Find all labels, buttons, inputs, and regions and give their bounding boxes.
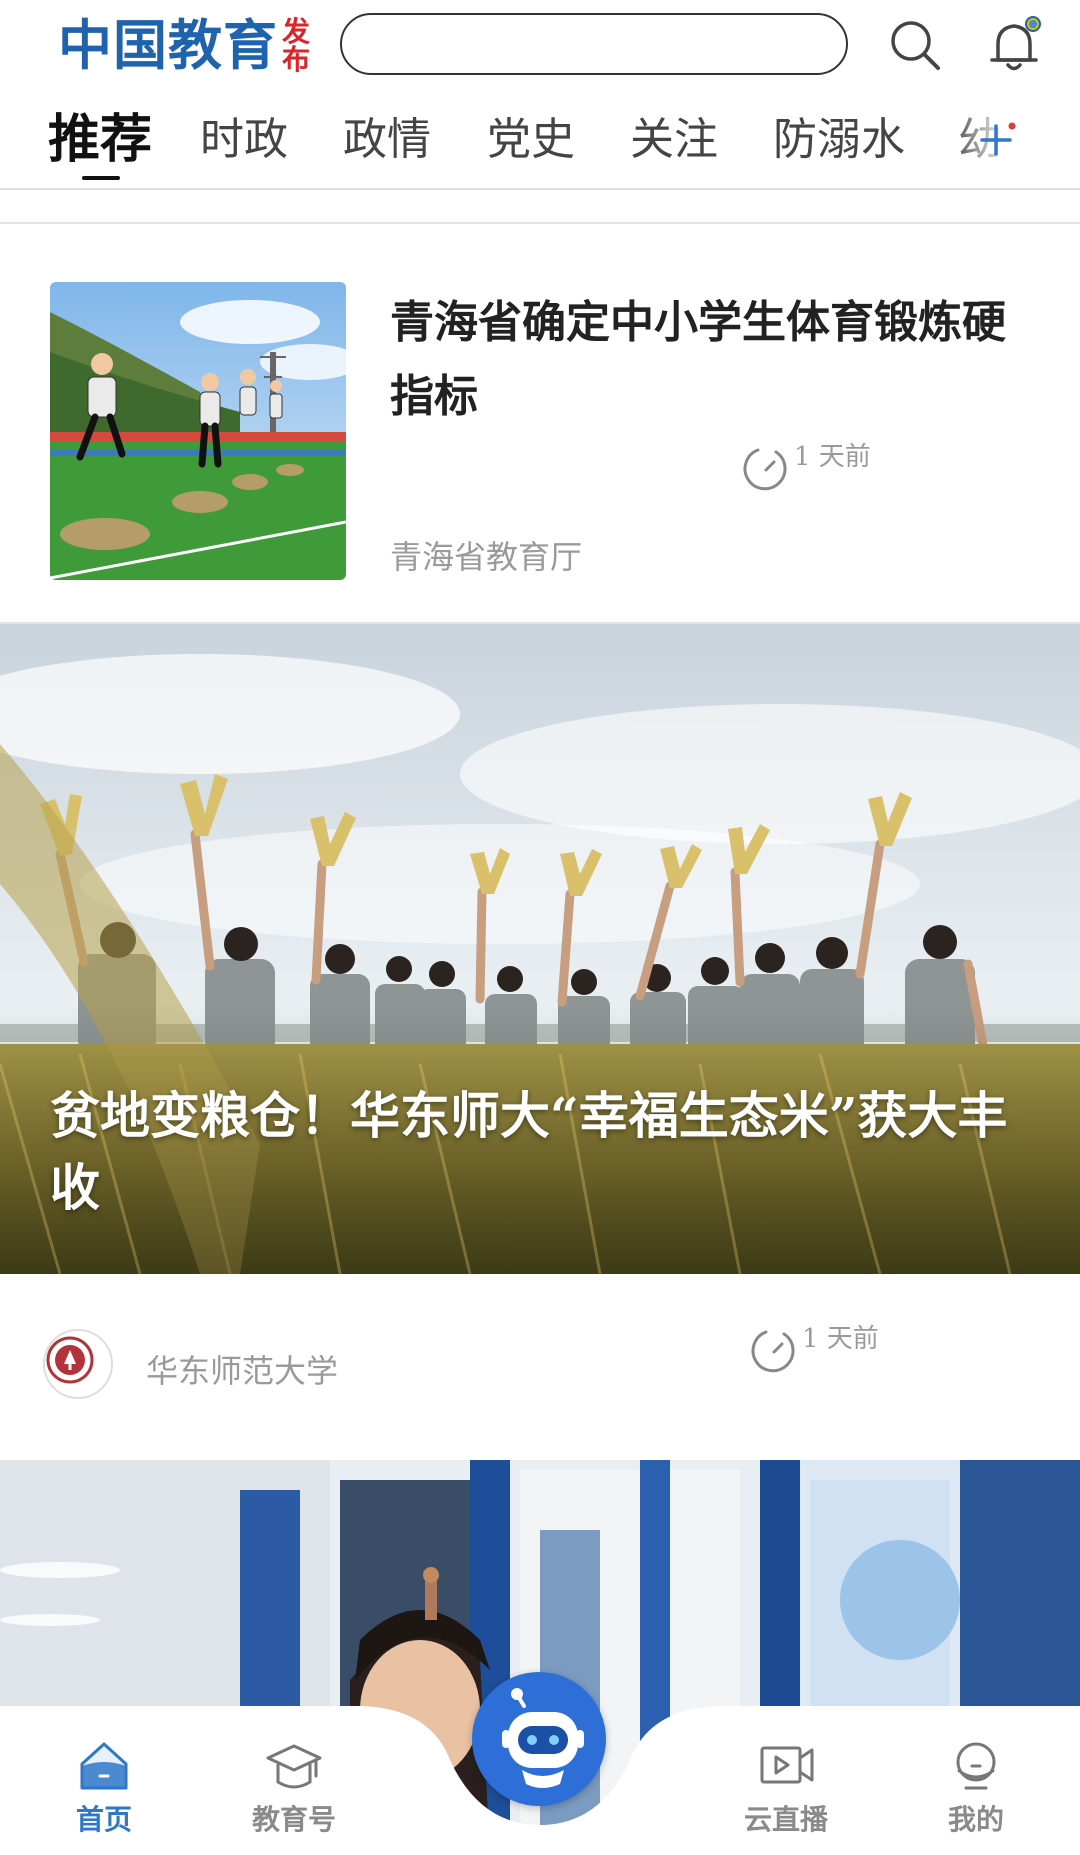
channel-tabs: 推荐 时政 政情 党史 关注 防溺水 幼 [0,100,1080,190]
nav-home-label: 首页 [75,1803,132,1836]
news-source[interactable]: 青海省教育厅 [390,532,582,578]
logo-text: 中国教育 [58,14,278,77]
featured-news-card[interactable]: 贫地变粮仓！华东师大“幸福生态米”获大丰收 [0,624,1080,1274]
logo-sub-bottom: 布 [282,43,311,76]
news-title[interactable]: 青海省确定中小学生体育锻炼硬指标 [390,286,1030,434]
nav-education-account-label: 教育号 [251,1803,336,1836]
news-time-text: 1 天前 [794,442,871,472]
nav-live[interactable]: 云直播 [726,1736,846,1838]
clock-icon [743,448,787,491]
children-jumping-image [50,282,346,580]
graduation-cap-icon [266,1744,322,1789]
active-tab-indicator [82,176,120,180]
featured-news-time: 1 天前 [748,1322,879,1374]
logo-sub-text: 发 布 [282,18,310,74]
university-logo[interactable] [40,1326,116,1402]
nav-education-account[interactable]: 教育号 [234,1736,354,1838]
tab-government[interactable]: 政情 [343,100,431,190]
featured-news-title[interactable]: 贫地变粮仓！华东师大“幸福生态米”获大丰收 [50,1080,1040,1224]
search-input[interactable] [342,15,846,73]
news-thumbnail [50,282,346,580]
clock-icon [751,1330,795,1373]
bell-icon[interactable] [982,14,1046,78]
robot-icon [477,1677,601,1801]
featured-news-time-text: 1 天前 [802,1324,879,1354]
tab-drowning-prevention[interactable]: 防溺水 [773,100,905,190]
featured-news-source[interactable]: 华东师范大学 [146,1346,338,1392]
news-card[interactable]: 青海省确定中小学生体育锻炼硬指标 青海省教育厅 1 天前 [0,224,1080,624]
tab-party-history[interactable]: 党史 [487,100,575,190]
add-channel-icon[interactable] [976,120,1016,160]
news-time: 1 天前 [740,440,871,492]
featured-news-meta: 华东师范大学 1 天前 [0,1274,1080,1454]
nav-live-label: 云直播 [743,1803,828,1836]
logo-sub-top: 发 [282,15,311,48]
assistant-button[interactable] [472,1672,606,1806]
nav-profile[interactable]: 我的 [916,1736,1036,1838]
app-header: 中国教育 发 布 [0,0,1080,90]
user-icon [956,1742,996,1790]
search-box[interactable] [340,13,848,75]
tabs-divider [0,188,1080,190]
tab-politics[interactable]: 时政 [200,100,288,190]
video-play-icon [760,1746,814,1784]
tab-follow[interactable]: 关注 [630,100,718,190]
search-icon[interactable] [884,14,948,78]
app-logo: 中国教育 发 布 [58,14,310,78]
nav-profile-label: 我的 [947,1803,1004,1836]
nav-home[interactable]: 首页 [44,1736,164,1838]
home-icon [80,1742,128,1790]
